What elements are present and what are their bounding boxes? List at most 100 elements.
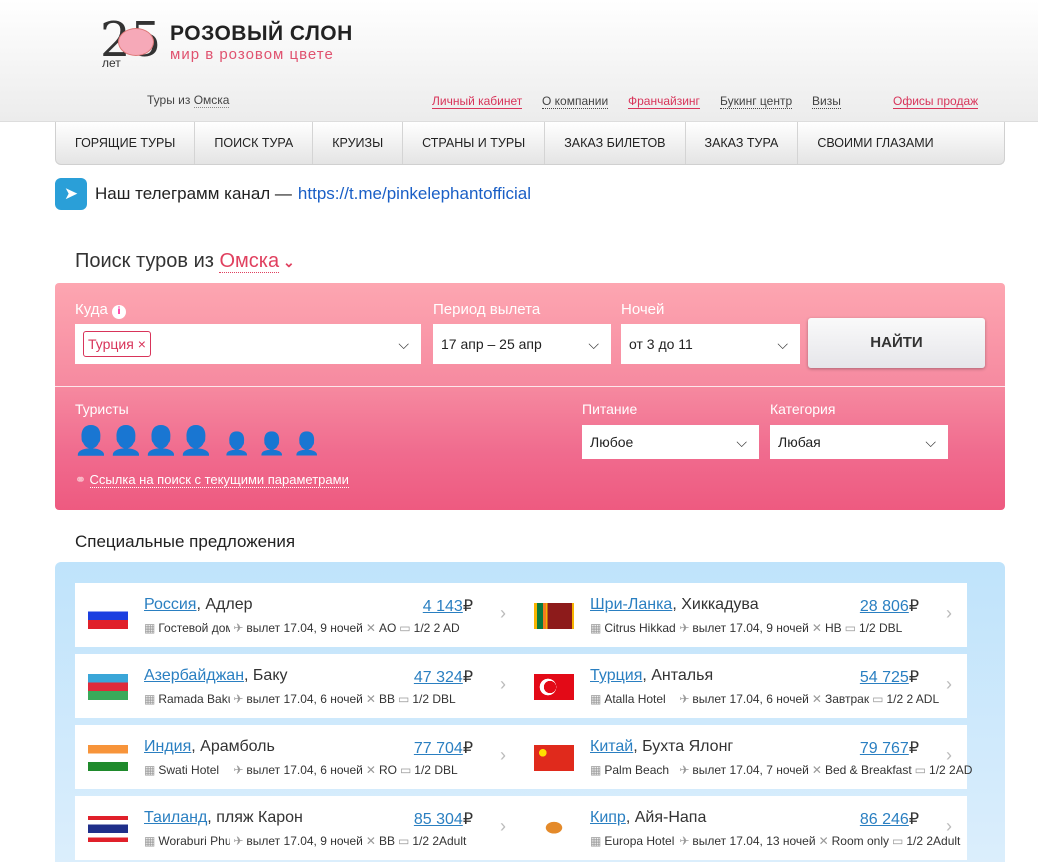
remove-tag-icon[interactable]: × <box>138 336 146 352</box>
where-input[interactable]: Турция × ⌵ <box>75 324 421 364</box>
chevron-right-icon[interactable]: › <box>500 816 506 837</box>
link-account[interactable]: Личный кабинет <box>432 94 523 109</box>
period-select[interactable]: 17 апр – 25 апр ⌵ <box>433 324 611 364</box>
search-city-select[interactable]: Омска <box>219 250 280 273</box>
child-icon[interactable]: 👤 <box>291 425 323 457</box>
offer-price-value[interactable]: 28 806 <box>860 598 909 615</box>
offer-details: ▦Woraburi Phuket ✈вылет 17.04, 9 ночей ✕… <box>144 834 466 848</box>
offer-title: Шри-Ланка, Хиккадува <box>590 596 759 614</box>
link-offices[interactable]: Офисы продаж <box>893 94 979 109</box>
nav-hot-tours[interactable]: ГОРЯЩИЕ ТУРЫ <box>56 122 196 164</box>
plane-icon: ✈ <box>233 834 244 848</box>
offer-price-value[interactable]: 77 704 <box>414 740 463 757</box>
plane-icon: ✈ <box>233 621 244 635</box>
logo-let: лет <box>102 56 121 70</box>
offer-meal: Завтрак <box>824 692 870 706</box>
adult-icon[interactable]: 👤 <box>144 425 179 457</box>
offer-country[interactable]: Кипр <box>590 809 626 826</box>
offer-price[interactable]: 79 767₽ <box>860 738 919 758</box>
offer-flight: вылет 17.04, 6 ночей <box>246 692 363 706</box>
adult-icon[interactable]: 👤 <box>179 425 214 457</box>
meal-select[interactable]: Любое ⌵ <box>582 425 759 459</box>
offer-hotel: Woraburi Phuket <box>158 834 231 848</box>
offer-card[interactable]: Россия, Адлер 4 143₽ ▦ Гостевой дом ✈ выле… <box>75 583 521 647</box>
plane-icon: ✈ <box>679 621 690 635</box>
offer-price[interactable]: 4 143₽ <box>423 596 473 616</box>
offer-price-value[interactable]: 54 725 <box>860 669 909 686</box>
offer-price[interactable]: 54 725₽ <box>860 667 919 687</box>
offer-hotel: Гостевой дом <box>158 621 231 635</box>
offer-flight: вылет 17.04, 6 ночей <box>246 763 363 777</box>
adult-icon[interactable]: 👤 <box>74 425 109 457</box>
nav-countries[interactable]: СТРАНЫ И ТУРЫ <box>403 122 546 164</box>
child-icon[interactable]: 👤 <box>256 425 288 457</box>
offer-price[interactable]: 86 246₽ <box>860 809 919 829</box>
offer-details: ▦ Гостевой дом ✈ вылет 17.04, 9 ночей ✕ AO … <box>144 621 460 635</box>
offer-meal: RO <box>378 763 397 777</box>
offer-card[interactable]: Китай, Бухта Ялонг 79 767₽ ▦ Palm Beach ✈… <box>521 725 972 789</box>
chevron-right-icon[interactable]: › <box>946 816 952 837</box>
offer-price[interactable]: 28 806₽ <box>860 596 919 616</box>
from-city[interactable]: Омска <box>193 93 230 108</box>
offer-country[interactable]: Таиланд <box>144 809 207 826</box>
chevron-down-icon: ⌄ <box>279 254 295 270</box>
offer-meal: BB <box>378 692 395 706</box>
offer-card[interactable]: Турция, Анталья 54 725₽ ▦ Atalla Hotel ✈ в… <box>521 654 967 718</box>
offer-country[interactable]: Азербайджан <box>144 667 244 684</box>
offer-card[interactable]: Шри-Ланка, Хиккадува 28 806₽ ▦ Citrus Hik… <box>521 583 967 647</box>
hotel-icon: ▦ <box>590 763 602 777</box>
chevron-right-icon[interactable]: › <box>946 745 952 766</box>
link-franchise[interactable]: Франчайзинг <box>628 94 700 109</box>
search-link[interactable]: ⚭ Ссылка на поиск с текущими параметрами <box>75 472 349 488</box>
info-icon[interactable]: i <box>112 305 127 319</box>
offer-price[interactable]: 85 304₽ <box>414 809 473 829</box>
offer-price[interactable]: 47 324₽ <box>414 667 473 687</box>
adult-icon[interactable]: 👤 <box>109 425 144 457</box>
offer-card[interactable]: Таиланд, пляж Карон 85 304₽ ▦ Woraburi Ph… <box>75 796 521 860</box>
logo[interactable]: 25 лет РОЗОВЫЙ СЛОН мир в розовом цвете <box>100 12 360 72</box>
link-booking[interactable]: Букинг центр <box>720 94 793 109</box>
find-button[interactable]: НАЙТИ <box>808 318 985 368</box>
offer-price-value[interactable]: 47 324 <box>414 669 463 686</box>
offer-card[interactable]: Азербайджан, Баку 47 324₽ ▦ Ramada Baku ✈… <box>75 654 521 718</box>
offer-country[interactable]: Шри-Ланка <box>590 596 672 613</box>
chevron-right-icon[interactable]: › <box>946 674 952 695</box>
departure-city[interactable]: Туры из Омска <box>147 93 230 108</box>
currency: ₽ <box>462 740 473 757</box>
nights-select[interactable]: от 3 до 11 ⌵ <box>621 324 800 364</box>
telegram-link[interactable]: https://t.me/pinkelephantofficial <box>298 184 531 204</box>
nav-tour-search[interactable]: ПОИСК ТУРА <box>195 122 314 164</box>
offer-hotel: Ramada Baku <box>158 692 231 706</box>
offer-country[interactable]: Индия <box>144 738 191 755</box>
search-link-text[interactable]: Ссылка на поиск с текущими параметрами <box>89 472 349 488</box>
offer-title: Таиланд, пляж Карон <box>144 809 303 827</box>
offer-title: Китай, Бухта Ялонг <box>590 738 733 756</box>
link-visas[interactable]: Визы <box>812 94 841 109</box>
offer-meal: HB <box>824 621 842 635</box>
offer-title: Россия, Адлер <box>144 596 253 614</box>
child-icon[interactable]: 👤 <box>221 425 253 457</box>
offer-price-value[interactable]: 85 304 <box>414 811 463 828</box>
offer-card[interactable]: Кипр, Айя-Напа 86 246₽ ▦ Europa Hotel ✈ вы… <box>521 796 967 860</box>
nav-tickets[interactable]: ЗАКАЗ БИЛЕТОВ <box>545 122 686 164</box>
offer-price-value[interactable]: 86 246 <box>860 811 909 828</box>
nav-own-eyes[interactable]: СВОИМИ ГЛАЗАМИ <box>798 122 952 164</box>
nav-order-tour[interactable]: ЗАКАЗ ТУРА <box>686 122 799 164</box>
chevron-right-icon[interactable]: › <box>500 674 506 695</box>
offer-price-value[interactable]: 4 143 <box>423 598 463 615</box>
offer-country[interactable]: Китай <box>590 738 633 755</box>
offer-country[interactable]: Россия <box>144 596 196 613</box>
link-about[interactable]: О компании <box>542 94 609 109</box>
nav-cruises[interactable]: КРУИЗЫ <box>313 122 404 164</box>
chevron-down-icon[interactable]: ⌵ <box>398 324 409 364</box>
chevron-right-icon[interactable]: › <box>500 745 506 766</box>
offer-price-value[interactable]: 79 767 <box>860 740 909 757</box>
offer-city: , Анталья <box>642 667 714 684</box>
offer-country[interactable]: Турция <box>590 667 642 684</box>
offer-card[interactable]: Индия, Арамболь 77 704₽ ▦ Swati Hotel ✈ вы… <box>75 725 521 789</box>
chevron-right-icon[interactable]: › <box>500 603 506 624</box>
category-select[interactable]: Любая ⌵ <box>770 425 948 459</box>
chevron-right-icon[interactable]: › <box>946 603 952 624</box>
offer-price[interactable]: 77 704₽ <box>414 738 473 758</box>
offer-meal: BB <box>378 834 395 848</box>
